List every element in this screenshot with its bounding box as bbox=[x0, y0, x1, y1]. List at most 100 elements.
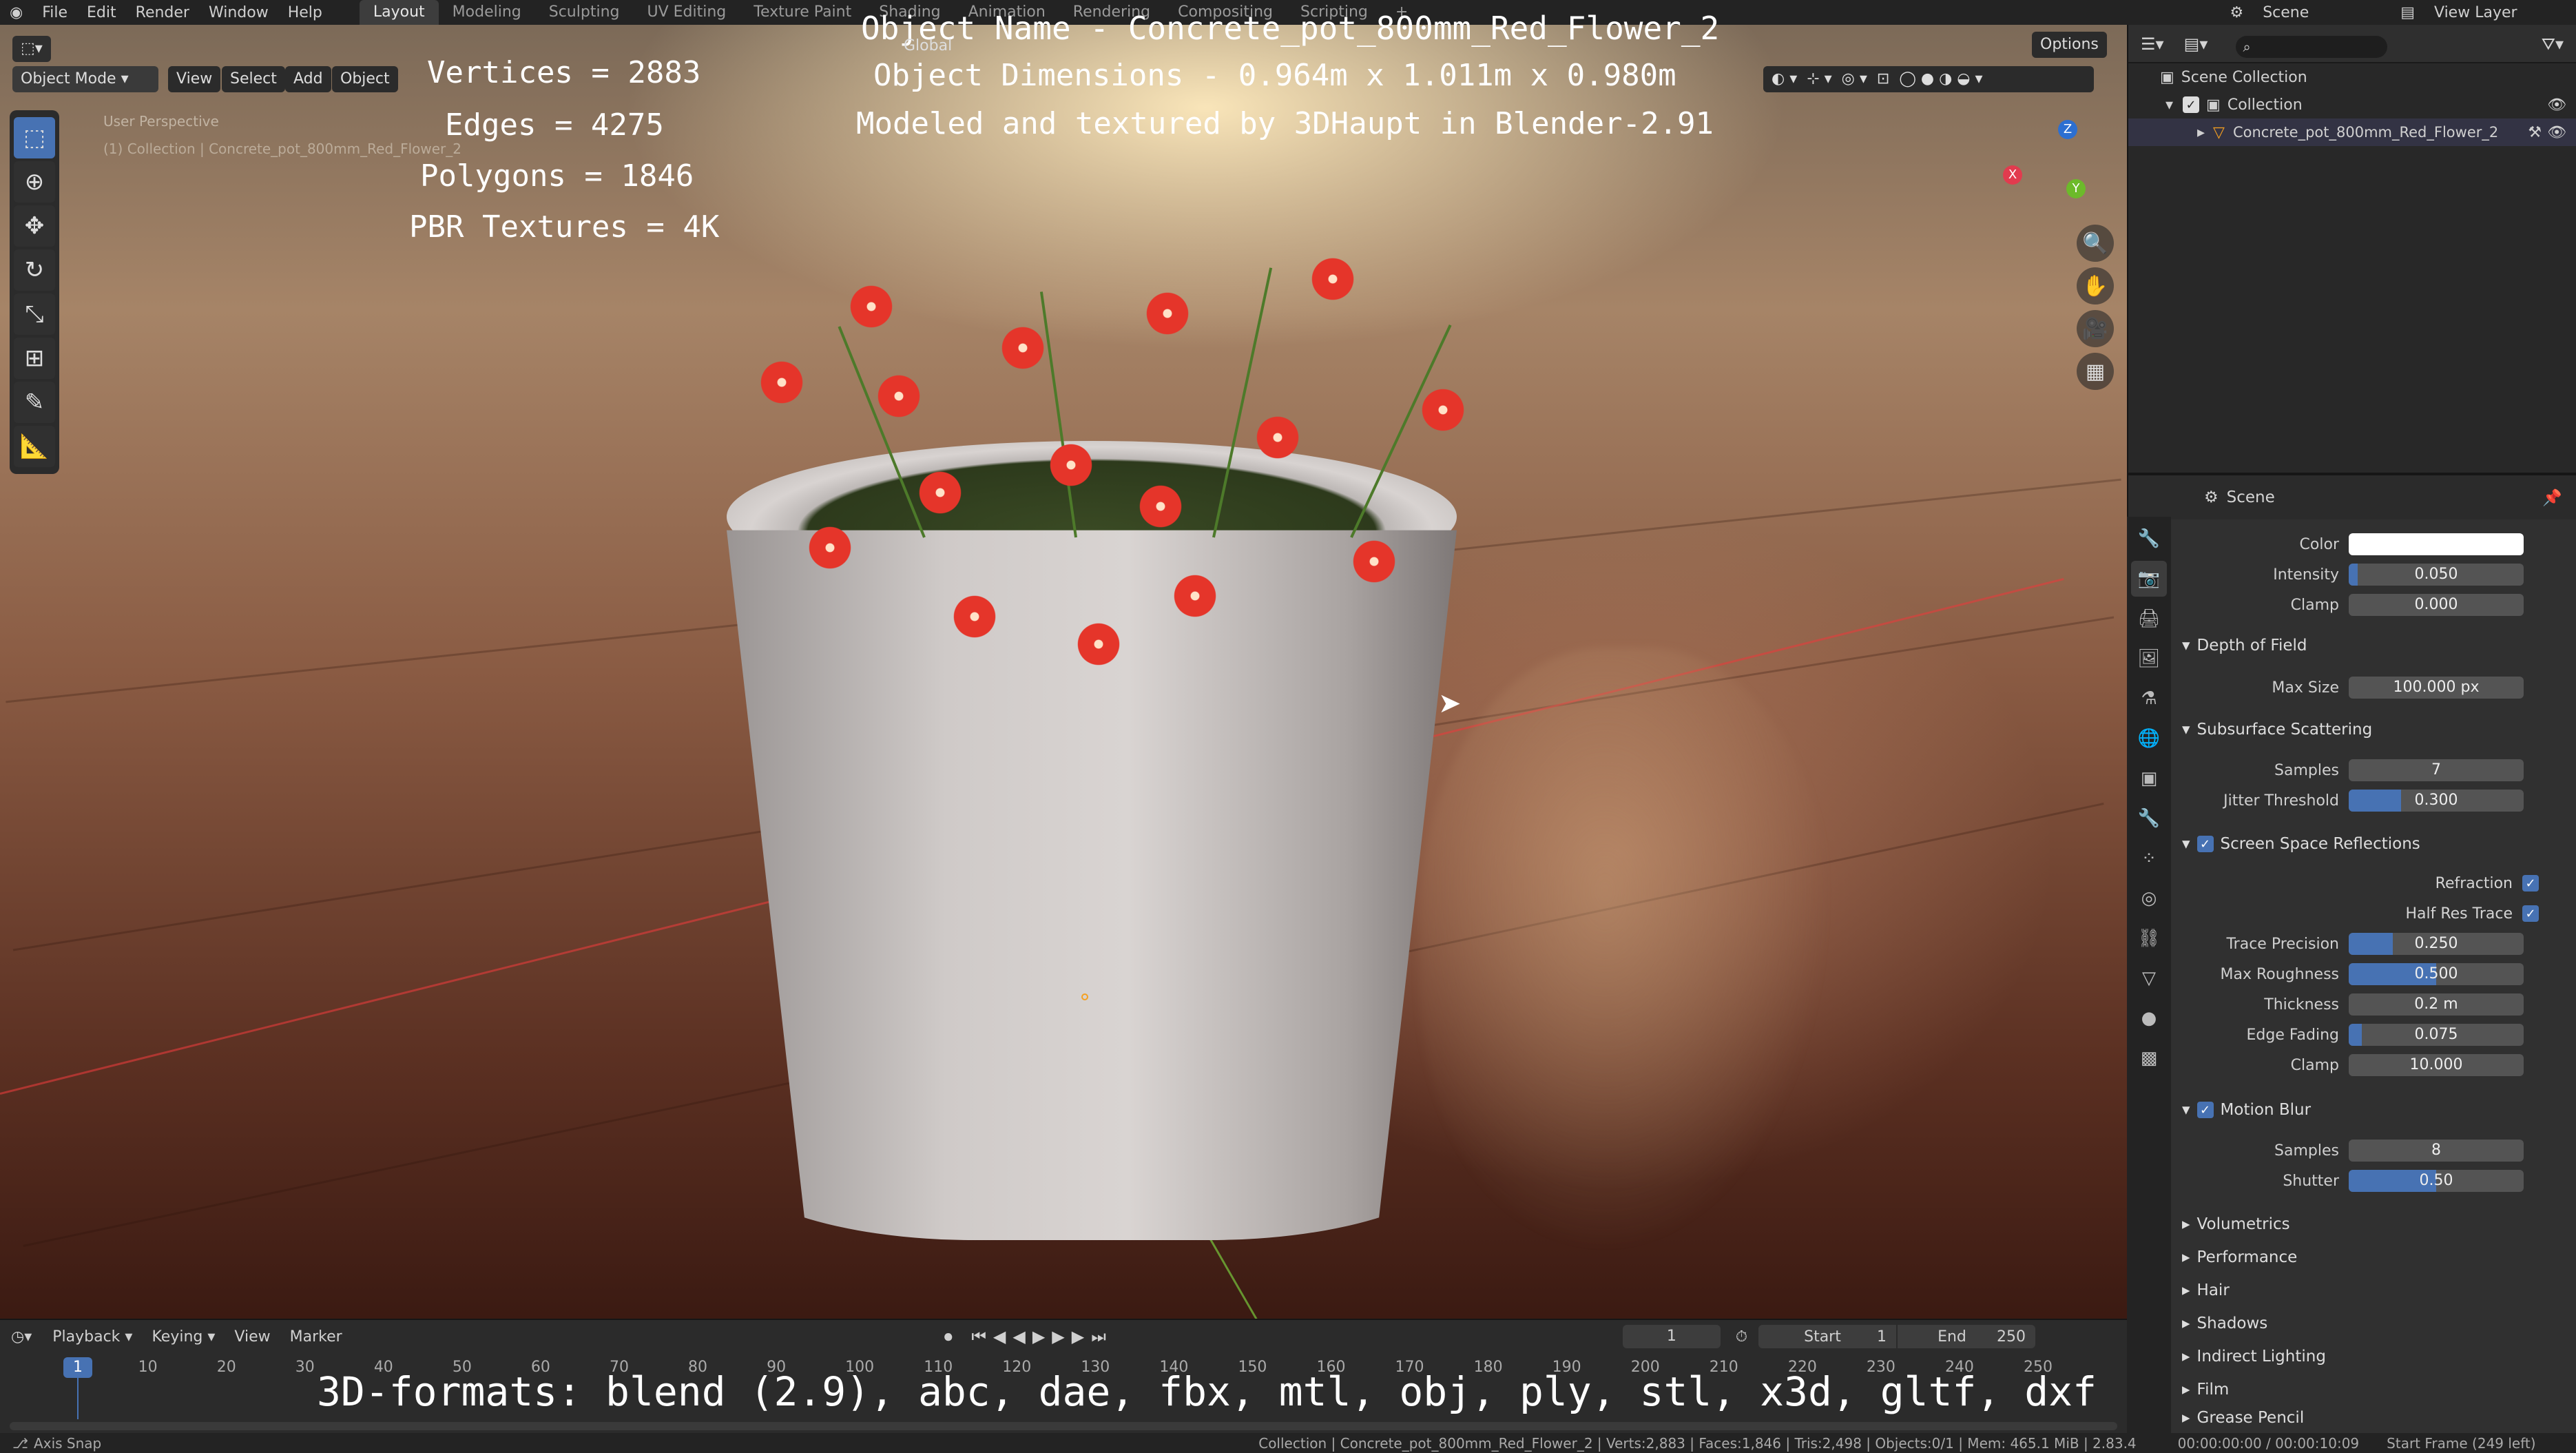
constraints-tab-icon[interactable]: ⛓ bbox=[2131, 920, 2167, 956]
max-size-field[interactable]: 100.000 px bbox=[2349, 677, 2524, 699]
ssr-panel-header[interactable]: ▾ ✓ Screen Space Reflections bbox=[2171, 828, 2576, 860]
move-icon[interactable]: ✥ bbox=[14, 205, 55, 247]
measure-icon[interactable]: 📐 bbox=[14, 426, 55, 467]
outliner-search-icon[interactable]: ⌕ bbox=[2236, 35, 2388, 58]
refraction-checkbox[interactable]: ✓ bbox=[2522, 875, 2539, 892]
performance-panel-header[interactable]: ▸ Performance bbox=[2171, 1241, 2576, 1273]
mb-samples-field[interactable]: 8 bbox=[2349, 1140, 2524, 1162]
tab-uv-editing[interactable]: UV Editing bbox=[633, 0, 740, 25]
select-box-icon[interactable]: ⬚ bbox=[14, 117, 55, 158]
start-frame-field[interactable]: Start 1 bbox=[1758, 1325, 1896, 1348]
filter-icon[interactable]: ⛛▾ bbox=[2529, 25, 2576, 63]
object-mode-dropdown[interactable]: Object Mode ▾ bbox=[12, 66, 158, 92]
outliner-object-row[interactable]: ▸ ▽ Concrete_pot_800mm_Red_Flower_2 ⚒ 👁 bbox=[2128, 118, 2576, 146]
output-tab-icon[interactable]: 🖨 bbox=[2131, 601, 2167, 637]
object-tab-icon[interactable]: ▣ bbox=[2131, 761, 2167, 796]
trace-precision-slider[interactable]: 0.250 bbox=[2349, 933, 2524, 955]
playhead[interactable]: 1 bbox=[63, 1357, 92, 1378]
outliner-editor-icon[interactable]: ☰▾ bbox=[2128, 25, 2177, 63]
ssr-checkbox[interactable]: ✓ bbox=[2196, 836, 2214, 852]
tab-modeling[interactable]: Modeling bbox=[439, 0, 535, 25]
shading-buttons[interactable]: ◐ ▾ ⊹ ▾ ◎ ▾ ⊡ ◯ ● ◑ ◒ ▾ bbox=[1763, 66, 2094, 92]
expand-icon[interactable]: ▾ bbox=[2165, 96, 2173, 114]
pin-icon[interactable]: 📌 bbox=[2542, 488, 2562, 507]
menu-render[interactable]: Render bbox=[126, 4, 199, 21]
expand-icon[interactable]: ▸ bbox=[2197, 124, 2205, 141]
annotate-icon[interactable]: ✎ bbox=[14, 382, 55, 423]
ssr-clamp-field[interactable]: 10.000 bbox=[2349, 1054, 2524, 1076]
tab-sculpting[interactable]: Sculpting bbox=[535, 0, 634, 25]
scene-name[interactable]: Scene bbox=[2253, 4, 2391, 21]
options-dropdown[interactable]: Options bbox=[2032, 32, 2107, 58]
zoom-icon[interactable]: 🔍 bbox=[2077, 225, 2114, 262]
hair-panel-header[interactable]: ▸ Hair bbox=[2171, 1275, 2576, 1306]
transform-icon[interactable]: ⊞ bbox=[14, 338, 55, 379]
preview-range-icon[interactable]: ⏱ bbox=[1736, 1328, 1747, 1346]
cursor-icon[interactable]: ⊕ bbox=[14, 161, 55, 203]
x-axis-icon[interactable]: X bbox=[2003, 165, 2022, 185]
max-roughness-slider[interactable]: 0.500 bbox=[2349, 963, 2524, 985]
playback-controls[interactable]: ⏺ ⏮◀◀▶▶▶⏭ bbox=[944, 1327, 1113, 1346]
grease-pencil-panel-header[interactable]: ▸ Grease Pencil bbox=[2171, 1404, 2576, 1432]
view-layer-icon[interactable]: ▤ bbox=[2391, 4, 2424, 21]
clamp-field[interactable]: 0.000 bbox=[2349, 594, 2524, 616]
color-swatch[interactable] bbox=[2349, 533, 2524, 555]
rotate-icon[interactable]: ↻ bbox=[14, 249, 55, 291]
view-layer-name[interactable]: View Layer bbox=[2424, 4, 2576, 21]
object-menu[interactable]: Object bbox=[332, 66, 398, 92]
outliner-scene-collection[interactable]: ▣ Scene Collection bbox=[2128, 63, 2576, 91]
menu-window[interactable]: Window bbox=[199, 4, 278, 21]
z-axis-icon[interactable]: Z bbox=[2058, 120, 2077, 139]
intensity-slider[interactable]: 0.050 bbox=[2349, 564, 2524, 586]
visibility-eye-icon[interactable]: 👁 bbox=[2547, 96, 2566, 114]
select-menu[interactable]: Select bbox=[222, 66, 285, 92]
timeline-editor-icon[interactable]: ◷▾ bbox=[0, 1328, 43, 1346]
shadows-panel-header[interactable]: ▸ Shadows bbox=[2171, 1308, 2576, 1339]
display-mode-icon[interactable]: ▤▾ bbox=[2180, 25, 2212, 63]
visibility-eye-icon[interactable]: 👁 bbox=[2547, 124, 2566, 141]
timeline-view-menu[interactable]: View bbox=[225, 1328, 280, 1346]
jitter-slider[interactable]: 0.300 bbox=[2349, 790, 2524, 812]
tab-layout[interactable]: Layout bbox=[359, 0, 439, 25]
motion-blur-checkbox[interactable]: ✓ bbox=[2196, 1102, 2214, 1118]
modifier-icon[interactable]: ⚒ bbox=[2528, 124, 2542, 141]
render-tab-icon[interactable]: 📷 bbox=[2131, 561, 2167, 597]
tool-tab-icon[interactable]: 🔧 bbox=[2131, 521, 2167, 557]
film-panel-header[interactable]: ▸ Film bbox=[2171, 1374, 2576, 1405]
menu-edit[interactable]: Edit bbox=[77, 4, 126, 21]
dof-panel-header[interactable]: ▾ Depth of Field bbox=[2171, 630, 2576, 661]
edge-fading-slider[interactable]: 0.075 bbox=[2349, 1024, 2524, 1046]
world-tab-icon[interactable]: 🌐 bbox=[2131, 721, 2167, 756]
menu-file[interactable]: File bbox=[32, 4, 77, 21]
current-frame-field[interactable]: 1 bbox=[1622, 1325, 1721, 1348]
add-menu[interactable]: Add bbox=[285, 66, 331, 92]
y-axis-icon[interactable]: Y bbox=[2066, 179, 2086, 198]
editor-type-icon[interactable]: ⬚▾ bbox=[12, 36, 51, 62]
orientation-dropdown[interactable]: Global bbox=[895, 33, 960, 59]
modifier-tab-icon[interactable]: 🔧 bbox=[2131, 801, 2167, 836]
shutter-slider[interactable]: 0.50 bbox=[2349, 1170, 2524, 1192]
material-tab-icon[interactable]: ● bbox=[2131, 1000, 2167, 1036]
blender-logo-icon[interactable]: ◉ bbox=[0, 4, 32, 21]
sss-panel-header[interactable]: ▾ Subsurface Scattering bbox=[2171, 714, 2576, 745]
pan-hand-icon[interactable]: ✋ bbox=[2077, 267, 2114, 305]
timeline-scrollbar[interactable] bbox=[10, 1422, 2117, 1430]
half-res-checkbox[interactable]: ✓ bbox=[2522, 905, 2539, 922]
particles-tab-icon[interactable]: ⁘ bbox=[2131, 841, 2167, 876]
marker-menu[interactable]: Marker bbox=[280, 1328, 352, 1346]
physics-tab-icon[interactable]: ◎ bbox=[2131, 880, 2167, 916]
concrete-pot[interactable] bbox=[727, 530, 1457, 1240]
perspective-grid-icon[interactable]: ▦ bbox=[2077, 353, 2114, 390]
collection-checkbox[interactable]: ✓ bbox=[2183, 96, 2200, 113]
scene-selector-icon[interactable]: ⚙ bbox=[2220, 4, 2253, 21]
menu-help[interactable]: Help bbox=[278, 4, 332, 21]
scene-tab-icon[interactable]: ⚗ bbox=[2131, 681, 2167, 717]
indirect-lighting-panel-header[interactable]: ▸ Indirect Lighting bbox=[2171, 1341, 2576, 1372]
volumetrics-panel-header[interactable]: ▸ Volumetrics bbox=[2171, 1208, 2576, 1240]
playback-menu[interactable]: Playback ▾ bbox=[43, 1328, 142, 1346]
sss-samples-field[interactable]: 7 bbox=[2349, 759, 2524, 781]
navigation-gizmo[interactable]: Z X Y bbox=[1997, 117, 2094, 214]
thickness-field[interactable]: 0.2 m bbox=[2349, 993, 2524, 1016]
camera-icon[interactable]: 🎥 bbox=[2077, 310, 2114, 347]
keying-menu[interactable]: Keying ▾ bbox=[142, 1328, 225, 1346]
